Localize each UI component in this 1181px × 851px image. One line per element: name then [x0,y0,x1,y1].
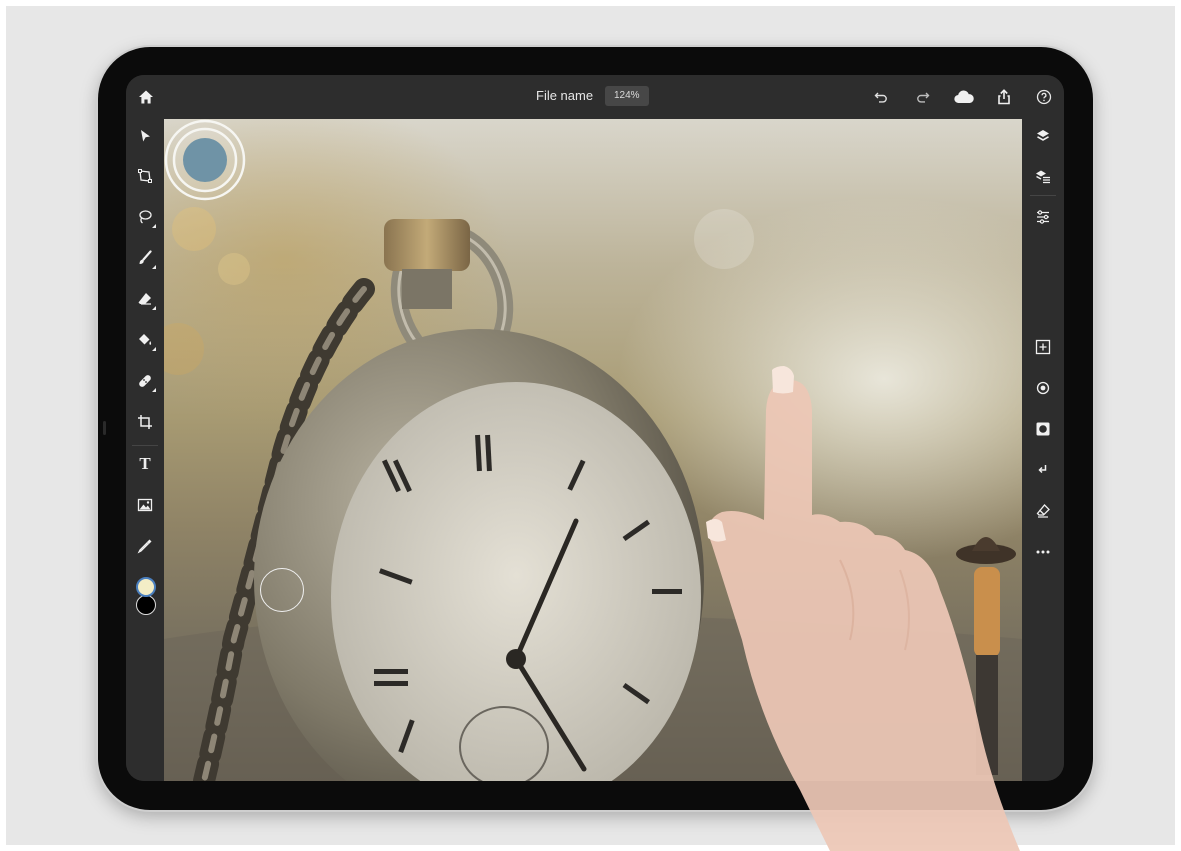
image-icon[interactable] [133,493,157,517]
right-toolbar [1022,119,1064,781]
bokeh-light [164,323,204,375]
toolbar-divider [132,445,158,446]
watch-stem [402,269,452,309]
more-icon[interactable] [1031,540,1055,564]
bokeh-light [172,207,216,251]
top-bar: File name 124% [126,75,1064,119]
left-toolbar: T [126,119,164,781]
fill-icon[interactable] [133,328,157,352]
transform-icon[interactable] [133,164,157,188]
share-icon[interactable] [992,85,1016,109]
visibility-icon[interactable] [1031,376,1055,400]
lasso-icon[interactable] [133,205,157,229]
add-layer-icon[interactable] [1031,335,1055,359]
eraser-layer-icon[interactable] [1031,499,1055,523]
eraser-icon[interactable] [133,287,157,311]
text-icon[interactable]: T [133,452,157,476]
bokeh-light [218,253,250,285]
adjustments-icon[interactable] [1031,205,1055,229]
undo-icon[interactable] [869,85,893,109]
layers-icon[interactable] [1031,124,1055,148]
home-icon[interactable] [134,85,158,109]
zoom-level-badge[interactable]: 124% [605,86,649,106]
brush-cursor [260,568,304,612]
eyedropper-icon[interactable] [133,534,157,558]
bokeh-light [694,209,754,269]
toolbar-divider [1030,195,1056,196]
redo-icon[interactable] [911,85,935,109]
file-name[interactable]: File name [536,88,593,103]
crop-icon[interactable] [133,410,157,434]
watch-center-pin [506,649,526,669]
cloud-icon[interactable] [952,85,976,109]
clip-icon[interactable] [1031,458,1055,482]
app-screen: File name 124% T [126,75,1064,781]
image-canvas[interactable] [164,119,1022,781]
mask-icon[interactable] [1031,417,1055,441]
layer-properties-icon[interactable] [1031,165,1055,189]
background-color-swatch[interactable] [136,595,156,615]
select-icon[interactable] [133,124,157,148]
watch-crown [384,219,470,271]
device-camera [103,421,106,435]
canvas-photo [164,207,1022,781]
healing-icon[interactable] [133,369,157,393]
touch-indicator [164,119,246,201]
brush-icon[interactable] [133,246,157,270]
help-icon[interactable] [1032,85,1056,109]
foreground-color-swatch[interactable] [136,577,156,597]
